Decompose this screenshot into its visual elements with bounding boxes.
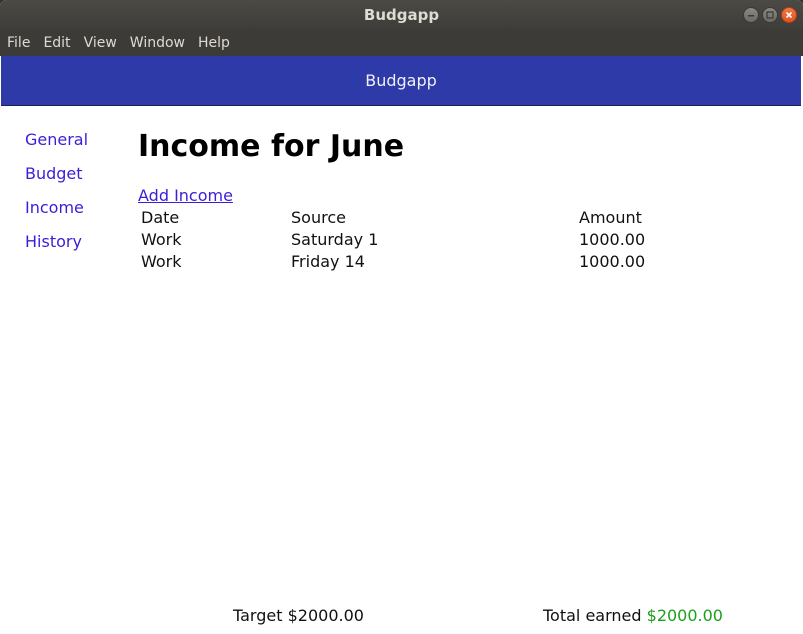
footer-target: Target $2000.00 [233,606,364,625]
target-value: $2000.00 [287,606,364,625]
menu-view[interactable]: View [79,31,122,56]
column-header-source: Source [291,207,346,227]
cell-date: Work [141,251,182,271]
cell-source: Saturday 1 [291,229,379,249]
menu-window[interactable]: Window [125,31,190,56]
sidebar-item-income[interactable]: Income [25,198,88,218]
earned-value: $2000.00 [646,606,723,625]
menu-help[interactable]: Help [193,31,235,56]
target-label: Target [233,606,283,625]
menu-file[interactable]: File [2,31,35,56]
maximize-button[interactable] [762,7,778,23]
cell-source: Friday 14 [291,251,365,271]
footer-total-earned: Total earned $2000.00 [543,606,723,625]
page-title: Income for June [138,129,405,164]
close-button[interactable] [781,7,797,23]
window-controls [743,7,797,23]
app-header-title: Budgapp [365,71,437,90]
minimize-icon [748,15,754,17]
table-row: Work Saturday 1 1000.00 [138,228,672,250]
close-icon [785,11,793,19]
menu-edit[interactable]: Edit [38,31,75,56]
earned-label: Total earned [543,606,642,625]
table-header-row: Date Source Amount [138,206,672,228]
cell-date: Work [141,229,182,249]
cell-amount: 1000.00 [579,251,646,271]
maximize-icon [766,11,774,19]
column-header-amount: Amount [579,207,642,227]
cell-amount: 1000.00 [579,229,646,249]
window-title: Budgapp [363,6,440,24]
sidebar: General Budget Income History [25,130,88,266]
app-window: Budgapp File Edit View Window Help Budga… [0,0,803,634]
income-table: Date Source Amount Work Saturday 1 1000.… [138,206,672,272]
minimize-button[interactable] [743,7,759,23]
table-row: Work Friday 14 1000.00 [138,250,672,272]
sidebar-item-history[interactable]: History [25,232,88,252]
sidebar-item-budget[interactable]: Budget [25,164,88,184]
sidebar-item-general[interactable]: General [25,130,88,150]
column-header-date: Date [141,207,180,227]
add-income-link[interactable]: Add Income [138,186,233,206]
app-header: Budgapp [1,56,801,106]
menubar: File Edit View Window Help [0,31,803,56]
window-titlebar[interactable]: Budgapp [0,0,803,31]
